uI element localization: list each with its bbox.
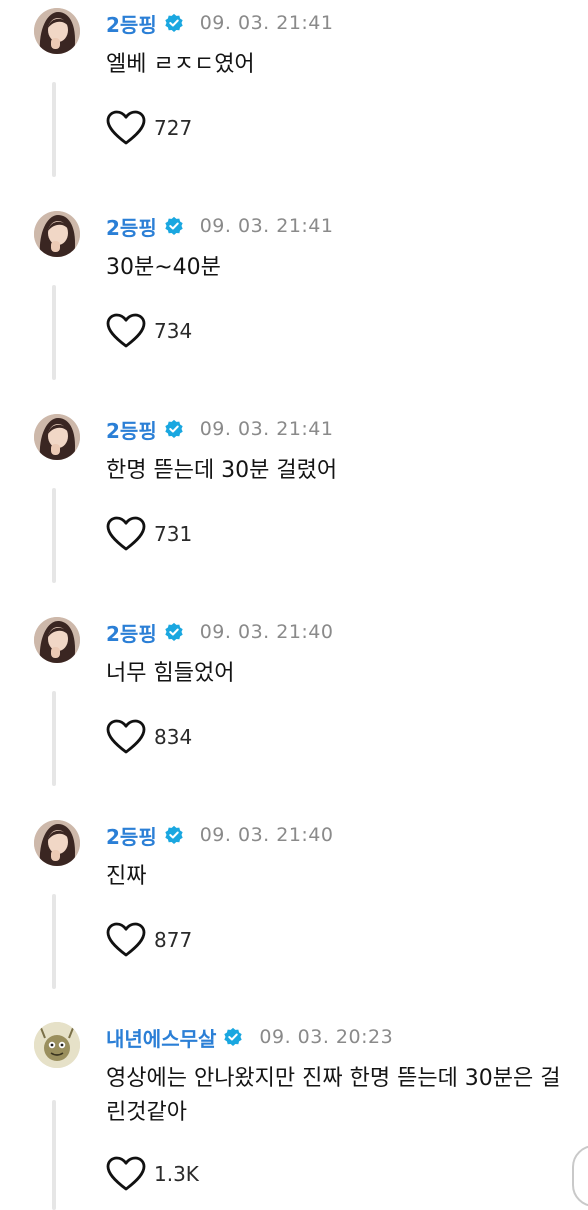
author-name[interactable]: 내년에스무살: [106, 1023, 216, 1052]
heart-icon: [106, 516, 146, 551]
heart-icon: [106, 313, 146, 348]
timestamp: 09. 03. 21:41: [199, 12, 334, 34]
like-count: 734: [154, 319, 193, 343]
like-button[interactable]: 877: [106, 922, 192, 958]
author-name[interactable]: 2등핑: [106, 9, 157, 38]
avatar[interactable]: [34, 414, 80, 460]
author-name[interactable]: 2등핑: [106, 415, 157, 444]
heart-icon: [106, 110, 146, 145]
thread-line: [52, 691, 56, 786]
author-name[interactable]: 2등핑: [106, 618, 157, 647]
verified-badge-icon: [165, 825, 183, 844]
author-name[interactable]: 2등핑: [106, 212, 157, 241]
comment-header: 2등핑 09. 03. 21:41: [106, 8, 334, 38]
timestamp: 09. 03. 21:41: [199, 215, 334, 237]
like-count: 727: [154, 116, 193, 140]
timestamp: 09. 03. 21:40: [199, 824, 334, 846]
comment-text: 영상에는 안나왔지만 진짜 한명 뜯는데 30분은 걸린것같아: [106, 1066, 561, 1125]
author-name[interactable]: 2등핑: [106, 821, 157, 850]
heart-icon: [106, 1156, 146, 1191]
comment-text: 진짜: [106, 864, 147, 889]
verified-badge-icon: [165, 419, 183, 438]
profile-photo-icon: [34, 820, 80, 866]
avatar[interactable]: [34, 1022, 80, 1068]
profile-photo-icon: [34, 211, 80, 257]
thread-line: [52, 82, 56, 177]
comment-text: 한명 뜯는데 30분 걸렸어: [106, 458, 338, 483]
cartoon-character-icon: [34, 1022, 80, 1068]
timestamp: 09. 03. 21:41: [199, 418, 334, 440]
avatar[interactable]: [34, 820, 80, 866]
comment-header: 2등핑 09. 03. 21:40: [106, 820, 334, 850]
comment-text: 30분~40분: [106, 255, 221, 280]
heart-icon: [106, 719, 146, 754]
like-button[interactable]: 727: [106, 110, 192, 146]
verified-badge-icon: [165, 216, 183, 235]
like-button[interactable]: 834: [106, 719, 192, 755]
comment-header: 내년에스무살 09. 03. 20:23: [106, 1022, 393, 1052]
avatar[interactable]: [34, 617, 80, 663]
floating-scroll-handle[interactable]: [572, 1145, 588, 1207]
verified-badge-icon: [165, 13, 183, 33]
like-button[interactable]: 734: [106, 313, 192, 349]
like-count: 1.3K: [154, 1162, 199, 1186]
comment-header: 2등핑 09. 03. 21:41: [106, 414, 334, 444]
heart-icon: [106, 922, 146, 957]
timestamp: 09. 03. 21:40: [199, 621, 334, 643]
profile-photo-icon: [34, 414, 80, 460]
thread-line: [52, 488, 56, 583]
like-count: 877: [154, 928, 193, 952]
thread-line: [52, 285, 56, 380]
avatar[interactable]: [34, 211, 80, 257]
comment-text: 너무 힘들었어: [106, 661, 235, 686]
timestamp: 09. 03. 20:23: [259, 1026, 394, 1048]
thread-line: [52, 894, 56, 989]
thread-line: [52, 1100, 56, 1210]
like-count: 834: [154, 725, 193, 749]
comment-header: 2등핑 09. 03. 21:40: [106, 617, 334, 647]
verified-badge-icon: [165, 622, 183, 641]
profile-photo-icon: [34, 8, 80, 54]
comment-header: 2등핑 09. 03. 21:41: [106, 211, 334, 241]
like-button[interactable]: 1.3K: [106, 1156, 199, 1192]
verified-badge-icon: [224, 1027, 243, 1046]
like-button[interactable]: 731: [106, 516, 192, 552]
like-count: 731: [154, 522, 193, 546]
comment-text: 엘베 ㄹㅈㄷ였어: [106, 52, 255, 77]
profile-photo-icon: [34, 617, 80, 663]
avatar[interactable]: [34, 8, 80, 54]
